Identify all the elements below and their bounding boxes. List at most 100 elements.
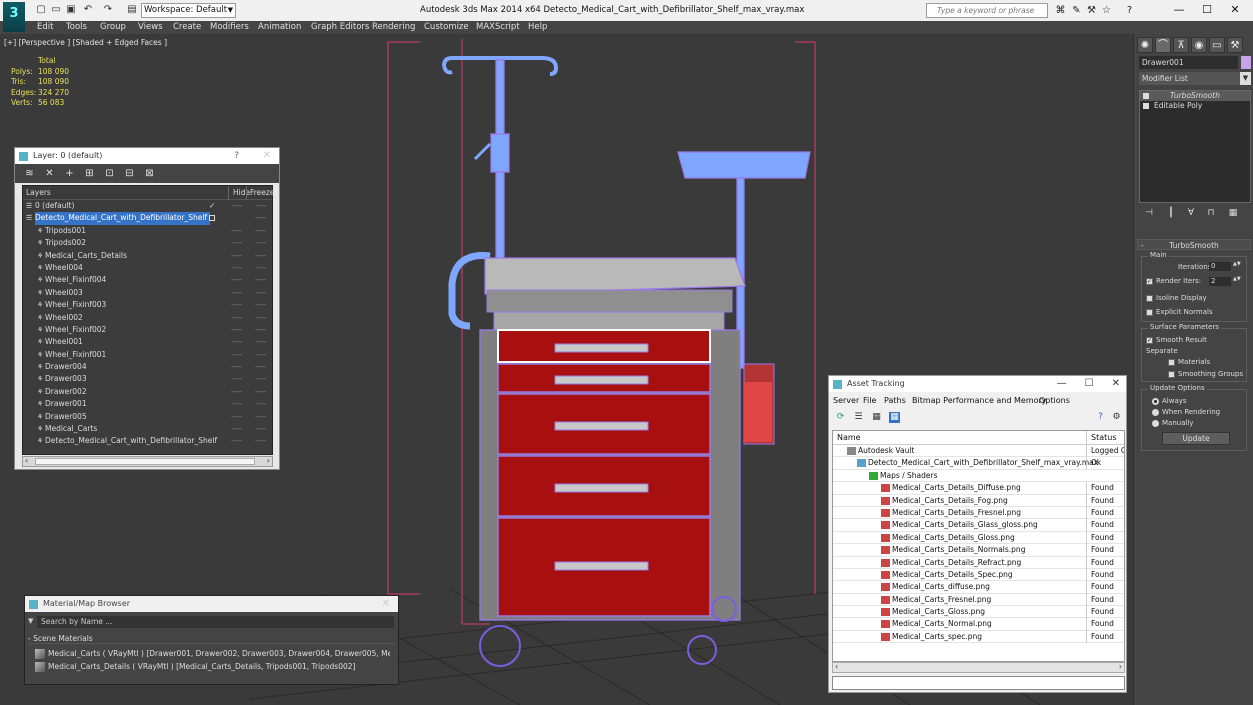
material-row[interactable]: Medical_Carts ( VRayMtl ) [Drawer001, Dr… [35,648,390,660]
layer-row[interactable]: ⚘ Wheel_Fixinf002 ---- ---- [23,324,272,336]
material-browser-titlebar[interactable]: Material/Map Browser ✕ [25,596,398,612]
menu-bitmap-performance[interactable]: Bitmap Performance and Memory [912,394,1047,407]
hide-toggle[interactable]: ---- [231,324,242,336]
help-icon[interactable]: ? [234,148,239,164]
menu-customize[interactable]: Customize [424,21,469,34]
rollout-header[interactable]: - TurboSmooth [1137,239,1251,250]
menu-paths[interactable]: Paths [884,394,906,407]
object-color-swatch[interactable] [1241,56,1251,69]
subscription-icon[interactable]: ✎ [1070,4,1083,17]
horizontal-scrollbar[interactable]: ‹ › [832,662,1125,673]
freeze-toggle[interactable]: ---- [255,225,266,237]
hierarchy-tab-icon[interactable]: ⊼ [1173,37,1189,53]
create-tab-icon[interactable]: ✺ [1137,37,1153,53]
hide-toggle[interactable]: ---- [231,361,242,373]
column-status[interactable]: Status [1086,431,1124,445]
workspace-dropdown[interactable]: Workspace: Default ▼ [141,3,236,18]
menu-options[interactable]: Options [1039,394,1070,407]
asset-row[interactable]: Medical_Carts_Details_Refract.png Found [833,556,1124,569]
always-radio[interactable] [1152,398,1159,405]
layer-row[interactable]: ⚘ Tripods001 ---- ---- [23,225,272,237]
list-view-icon[interactable]: ☰ [853,412,864,423]
hide-toggle[interactable]: ---- [231,312,242,324]
explicit-normals-checkbox[interactable] [1146,309,1153,316]
favorites-star-icon[interactable]: ☆ [1100,4,1113,17]
minimize-icon[interactable]: — [1057,378,1067,389]
select-objects-icon[interactable]: ⊡ [103,167,116,180]
modifier-stack[interactable]: TurboSmooth Editable Poly [1139,90,1251,203]
layer-row[interactable]: ⚘ Drawer005 ---- ---- [23,411,272,423]
freeze-toggle[interactable]: ---- [255,237,266,249]
asset-row[interactable]: Medical_Carts_Details_Fog.png Found [833,494,1124,507]
layer-row[interactable]: ⚘ Medical_Carts_Details ---- ---- [23,250,272,262]
layer-list[interactable]: Layers Hide Freeze ☰ 0 (default) ---- ✓ ----… [22,185,274,455]
smooth-result-checkbox[interactable]: ✓ [1146,337,1153,344]
material-search-input[interactable]: Search by Name ... [37,616,394,628]
layer-row[interactable]: ⚘ Wheel_Fixinf001 ---- ---- [23,349,272,361]
lightbulb-icon[interactable] [1143,93,1149,99]
freeze-toggle[interactable]: ---- [255,336,266,348]
motion-tab-icon[interactable]: ◉ [1191,37,1207,53]
hide-toggle[interactable]: ---- [231,274,242,286]
layer-row[interactable]: ⚘ Tripods002 ---- ---- [23,237,272,249]
save-file-icon[interactable]: ▣ [65,4,77,16]
hide-toggle[interactable]: ---- [231,435,242,447]
modify-tab-icon[interactable]: ⌒ [1155,37,1171,53]
make-unique-icon[interactable]: ∀ [1185,207,1197,219]
layer-row[interactable]: ⚘ Wheel004 ---- ---- [23,262,272,274]
asset-row[interactable]: Medical_Carts_spec.png Found [833,630,1124,644]
table-view-icon[interactable]: ▦ [871,412,882,423]
add-icon[interactable]: + [63,167,76,180]
object-name-field[interactable]: Drawer001 [1139,56,1238,69]
asset-row[interactable]: Medical_Carts_Details_Spec.png Found [833,568,1124,582]
asset-row[interactable]: Detecto_Medical_Cart_with_Defibrillator_… [833,457,1124,470]
communication-icon[interactable]: ⚒ [1085,4,1098,17]
manually-radio[interactable] [1152,420,1159,427]
asset-table[interactable]: Name Status Autodesk Vault Logged O Detect… [832,430,1125,662]
settings-icon[interactable]: ⚙ [1111,412,1122,423]
asset-row[interactable]: Medical_Carts_diffuse.png Found [833,581,1124,594]
menu-modifiers[interactable]: Modifiers [210,21,249,34]
asset-row[interactable]: Medical_Carts_Details_Gloss.png Found [833,531,1124,545]
hide-toggle[interactable]: ---- [231,423,242,435]
close-icon[interactable]: ✕ [382,596,390,612]
iterations-input[interactable]: 0 [1209,262,1231,271]
isoline-checkbox[interactable] [1146,295,1153,302]
hide-toggle[interactable]: ---- [231,336,242,348]
current-layer-check-icon[interactable]: ✓ [209,200,215,212]
freeze-toggle[interactable]: ---- [255,312,266,324]
freeze-toggle[interactable]: ---- [255,411,266,423]
binoculars-icon[interactable]: ⌘ [1054,4,1067,17]
freeze-toggle[interactable]: ---- [255,349,266,361]
layer-row[interactable]: ⚘ Wheel003 ---- ---- [23,287,272,299]
scroll-thumb[interactable] [35,458,255,465]
refresh-icon[interactable]: ⟳ [835,412,846,423]
asset-row[interactable]: Medical_Carts_Details_Glass_gloss.png Fou… [833,519,1124,532]
freeze-toggle[interactable]: ---- [255,299,266,311]
freeze-toggle[interactable]: ---- [255,287,266,299]
configure-sets-icon[interactable]: ▦ [1227,207,1239,219]
redo-icon[interactable]: ↷ [102,4,114,16]
update-button[interactable]: Update [1162,432,1230,445]
add-selection-icon[interactable]: ⊞ [83,167,96,180]
expand-icon[interactable] [1143,103,1149,109]
material-row[interactable]: Medical_Carts_Details ( VRayMtl ) [Medic… [35,661,390,673]
hide-toggle[interactable]: ---- [231,262,242,274]
menu-create[interactable]: Create [173,21,201,34]
asset-row[interactable]: Medical_Carts_Gloss.png Found [833,606,1124,619]
menu-graph-editors[interactable]: Graph Editors [311,21,369,34]
project-folder-icon[interactable]: ▤ [126,4,138,16]
menu-server[interactable]: Server [833,394,859,407]
spinner-arrows-icon[interactable]: ▲▼ [1233,277,1241,286]
menu-rendering[interactable]: Rendering [372,21,415,34]
layer-row[interactable]: ⚘ Wheel_Fixinf003 ---- ---- [23,299,272,311]
menu-group[interactable]: Group [100,21,126,34]
new-file-icon[interactable]: ▢ [35,4,47,16]
menu-edit[interactable]: Edit [37,21,53,34]
menu-maxscript[interactable]: MAXScript [476,21,520,34]
highlight-layer-icon[interactable]: ⊟ [123,167,136,180]
scroll-right-icon[interactable]: › [1119,662,1122,671]
freeze-toggle[interactable]: ---- [255,250,266,262]
column-freeze[interactable]: Freeze [246,186,274,200]
search-input[interactable]: Type a keyword or phrase [926,3,1048,18]
